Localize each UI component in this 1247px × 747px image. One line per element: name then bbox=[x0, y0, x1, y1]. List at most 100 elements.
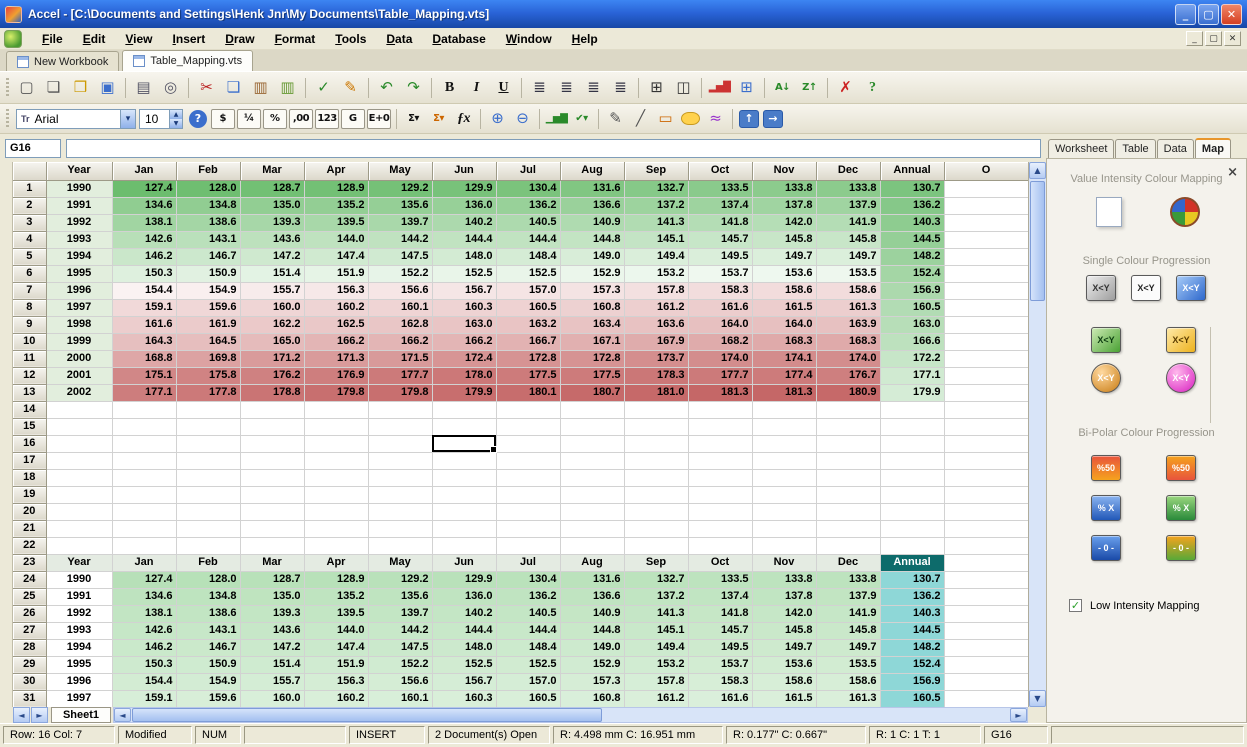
grid-cell[interactable]: 149.0 bbox=[560, 639, 624, 656]
bipolar-blue-zero-button[interactable]: - 0 - bbox=[1091, 535, 1121, 561]
insert-chart-button[interactable]: ▂▅█ bbox=[707, 76, 732, 100]
grid-cell[interactable] bbox=[752, 401, 816, 418]
grid-cell[interactable] bbox=[880, 486, 944, 503]
grid-cell[interactable]: 129.9 bbox=[432, 180, 496, 197]
grid-cell[interactable]: 152.9 bbox=[560, 656, 624, 673]
grid-cell[interactable]: 156.6 bbox=[368, 282, 432, 299]
grid-cell[interactable]: 136.2 bbox=[880, 588, 944, 605]
grid-cell[interactable]: 168.3 bbox=[752, 333, 816, 350]
grid-cell[interactable]: 150.9 bbox=[176, 265, 240, 282]
grid-cell[interactable] bbox=[880, 452, 944, 469]
grid-cell[interactable] bbox=[944, 197, 1028, 214]
row-header[interactable]: 18 bbox=[13, 469, 46, 486]
grid-cell[interactable]: 163.6 bbox=[624, 316, 688, 333]
grid-cell[interactable]: 136.6 bbox=[560, 197, 624, 214]
column-header-sep[interactable]: Sep bbox=[624, 162, 688, 180]
grid-cell[interactable] bbox=[944, 265, 1028, 282]
grid-cell[interactable] bbox=[432, 520, 496, 537]
menu-insert[interactable]: Insert bbox=[163, 29, 216, 49]
grid-cell[interactable]: 174.0 bbox=[816, 350, 880, 367]
row-header[interactable]: 10 bbox=[13, 333, 46, 350]
print-preview-button[interactable]: ◎ bbox=[158, 76, 183, 100]
grid-cell[interactable] bbox=[944, 469, 1028, 486]
grid-cell[interactable] bbox=[368, 435, 432, 452]
grid-cell[interactable]: 168.3 bbox=[816, 333, 880, 350]
grid-cell[interactable] bbox=[624, 537, 688, 554]
grid-cell[interactable] bbox=[944, 384, 1028, 401]
grid-cell[interactable]: 156.3 bbox=[304, 673, 368, 690]
grid-cell[interactable] bbox=[46, 537, 112, 554]
grid-cell[interactable] bbox=[624, 520, 688, 537]
sheet-tab[interactable]: Sheet1 bbox=[51, 707, 111, 723]
grid-cell[interactable]: 153.7 bbox=[688, 656, 752, 673]
grid-cell[interactable] bbox=[112, 520, 176, 537]
grid-cell[interactable]: 149.0 bbox=[560, 248, 624, 265]
grid-cell[interactable]: 137.8 bbox=[752, 588, 816, 605]
row-header[interactable]: 8 bbox=[13, 299, 46, 316]
menu-view[interactable]: View bbox=[115, 29, 162, 49]
grid-cell[interactable] bbox=[688, 418, 752, 435]
toolbar-grip[interactable] bbox=[6, 109, 9, 129]
column-header-apr[interactable]: Apr bbox=[304, 162, 368, 180]
grid-cell[interactable]: Annual bbox=[880, 554, 944, 571]
grid-cell[interactable]: 155.7 bbox=[240, 282, 304, 299]
grid-cell[interactable] bbox=[688, 503, 752, 520]
number-format-button[interactable]: 123 bbox=[315, 109, 339, 129]
grid-cell[interactable]: 146.2 bbox=[112, 639, 176, 656]
grid-cell[interactable] bbox=[624, 452, 688, 469]
grid-cell[interactable] bbox=[112, 503, 176, 520]
grid-cell[interactable] bbox=[368, 469, 432, 486]
grid-corner[interactable] bbox=[13, 162, 46, 180]
grid-cell[interactable]: 154.4 bbox=[112, 282, 176, 299]
grid-cell[interactable]: 153.6 bbox=[752, 656, 816, 673]
grid-cell[interactable]: 144.4 bbox=[496, 622, 560, 639]
merge-cells-button[interactable]: ◫ bbox=[671, 76, 696, 100]
panel-tab-table[interactable]: Table bbox=[1115, 139, 1155, 158]
grid-cell[interactable]: 151.4 bbox=[240, 656, 304, 673]
grid-cell[interactable] bbox=[688, 520, 752, 537]
grid-cell[interactable]: 172.4 bbox=[432, 350, 496, 367]
fraction-format-button[interactable]: ¼ bbox=[237, 109, 261, 129]
sheet-next-button[interactable]: ► bbox=[31, 707, 48, 723]
chart-button[interactable]: ▁▅▇ bbox=[545, 108, 568, 130]
grid-cell[interactable] bbox=[816, 503, 880, 520]
grid-cell[interactable]: 160.5 bbox=[496, 690, 560, 707]
validate-button[interactable]: ✔▾ bbox=[570, 108, 593, 130]
grid-cell[interactable]: 140.3 bbox=[880, 605, 944, 622]
grid-cell[interactable] bbox=[880, 520, 944, 537]
grid-cell[interactable]: 143.6 bbox=[240, 622, 304, 639]
grid-cell[interactable]: 164.0 bbox=[688, 316, 752, 333]
grid-cell[interactable]: 1999 bbox=[46, 333, 112, 350]
grid-cell[interactable] bbox=[368, 520, 432, 537]
grid-cell[interactable]: Year bbox=[46, 554, 112, 571]
row-header[interactable]: 12 bbox=[13, 367, 46, 384]
grid-cell[interactable]: 179.8 bbox=[304, 384, 368, 401]
grid-cell[interactable]: 166.2 bbox=[432, 333, 496, 350]
grid-cell[interactable] bbox=[688, 469, 752, 486]
grid-cell[interactable] bbox=[240, 401, 304, 418]
copy-button[interactable]: ❏ bbox=[221, 76, 246, 100]
grid-cell[interactable]: 157.0 bbox=[496, 282, 560, 299]
grid-cell[interactable]: 149.7 bbox=[816, 248, 880, 265]
grid-cell[interactable] bbox=[304, 537, 368, 554]
grid-cell[interactable]: 1996 bbox=[46, 673, 112, 690]
grid-cell[interactable]: 138.1 bbox=[112, 605, 176, 622]
grid-cell[interactable] bbox=[46, 401, 112, 418]
grid-cell[interactable]: 181.3 bbox=[688, 384, 752, 401]
horizontal-scroll-thumb[interactable] bbox=[132, 708, 602, 722]
grid-cell[interactable]: 178.0 bbox=[432, 367, 496, 384]
grid-cell[interactable]: 145.1 bbox=[624, 231, 688, 248]
grid-cell[interactable]: 145.7 bbox=[688, 622, 752, 639]
close-button[interactable]: ✕ bbox=[1221, 4, 1242, 25]
row-header[interactable]: 28 bbox=[13, 639, 46, 656]
grid-cell[interactable]: 1991 bbox=[46, 197, 112, 214]
grid-cell[interactable] bbox=[496, 503, 560, 520]
grid-cell[interactable] bbox=[112, 469, 176, 486]
toolbar-grip[interactable] bbox=[6, 78, 9, 98]
grid-cell[interactable]: 1991 bbox=[46, 588, 112, 605]
grid-cell[interactable]: 129.9 bbox=[432, 571, 496, 588]
grid-cell[interactable]: 127.4 bbox=[112, 180, 176, 197]
grid-cell[interactable] bbox=[752, 418, 816, 435]
grid-cell[interactable]: 137.8 bbox=[752, 197, 816, 214]
grid-cell[interactable] bbox=[752, 452, 816, 469]
